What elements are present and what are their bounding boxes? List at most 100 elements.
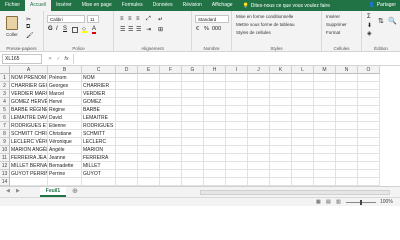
cell-a12[interactable]: MILLET BERNADETTE <box>10 162 48 170</box>
cell-a8[interactable]: SCHMITT CHRISTIANE <box>10 130 48 138</box>
column-header-g[interactable]: G <box>182 66 204 74</box>
borders-icon[interactable] <box>72 27 78 33</box>
cell-e1[interactable] <box>138 74 160 82</box>
cell-b10[interactable]: Angèle <box>48 146 82 154</box>
cell-b6[interactable]: David <box>48 114 82 122</box>
tab-formules[interactable]: Formules <box>117 0 148 11</box>
scroll-right-icon[interactable]: ▶ <box>16 188 20 194</box>
cell-g14[interactable] <box>182 178 204 186</box>
autosum-icon[interactable]: Σ <box>367 14 371 20</box>
cell-i10[interactable] <box>226 146 248 154</box>
cell-c3[interactable]: VERDIER <box>82 90 116 98</box>
cell-o4[interactable] <box>358 98 380 106</box>
cell-i6[interactable] <box>226 114 248 122</box>
paste-button[interactable]: Coller <box>3 14 21 42</box>
cell-a2[interactable]: CHARRIER GEORGES <box>10 82 48 90</box>
cell-g5[interactable] <box>182 106 204 114</box>
row-header[interactable]: 11 <box>0 154 10 162</box>
cell-e6[interactable] <box>138 114 160 122</box>
copy-icon[interactable]: ⧉ <box>26 24 30 31</box>
cell-e7[interactable] <box>138 122 160 130</box>
tab-inserer[interactable]: Insérer <box>51 0 77 11</box>
cell-o11[interactable] <box>358 154 380 162</box>
align-middle-icon[interactable]: ≡ <box>128 16 132 22</box>
cell-a6[interactable]: LEMAITRE DAVID <box>10 114 48 122</box>
cell-b9[interactable]: Véronique <box>48 138 82 146</box>
column-header-a[interactable]: A <box>10 66 48 74</box>
find-icon[interactable]: 🔍 <box>388 17 397 25</box>
cell-o6[interactable] <box>358 114 380 122</box>
cell-c7[interactable]: RODRIGUES <box>82 122 116 130</box>
cell-i9[interactable] <box>226 138 248 146</box>
cell-i3[interactable] <box>226 90 248 98</box>
zoom-level[interactable]: 100% <box>380 199 393 205</box>
cell-k10[interactable] <box>270 146 292 154</box>
cell-c9[interactable]: LECLERC <box>82 138 116 146</box>
row-header[interactable]: 4 <box>0 98 10 106</box>
column-header-m[interactable]: M <box>314 66 336 74</box>
cut-icon[interactable]: ✂ <box>26 16 31 23</box>
cell-l8[interactable] <box>292 130 314 138</box>
cell-styles-button[interactable]: Styles de cellules <box>236 30 271 35</box>
cell-n4[interactable] <box>336 98 358 106</box>
cell-k3[interactable] <box>270 90 292 98</box>
cell-d1[interactable] <box>116 74 138 82</box>
cell-k14[interactable] <box>270 178 292 186</box>
cell-h9[interactable] <box>204 138 226 146</box>
cell-h8[interactable] <box>204 130 226 138</box>
cell-d3[interactable] <box>116 90 138 98</box>
cell-l4[interactable] <box>292 98 314 106</box>
column-header-b[interactable]: B <box>48 66 82 74</box>
cell-h5[interactable] <box>204 106 226 114</box>
cell-f6[interactable] <box>160 114 182 122</box>
name-box[interactable]: XL165 <box>2 53 42 64</box>
percent-icon[interactable]: % <box>204 26 209 32</box>
column-header-d[interactable]: D <box>116 66 138 74</box>
italic-button[interactable]: I <box>56 26 58 32</box>
cell-h11[interactable] <box>204 154 226 162</box>
cell-k6[interactable] <box>270 114 292 122</box>
cell-i2[interactable] <box>226 82 248 90</box>
cell-n5[interactable] <box>336 106 358 114</box>
add-sheet-icon[interactable]: ⊕ <box>72 187 78 195</box>
cell-b2[interactable]: Georges <box>48 82 82 90</box>
conditional-formatting-button[interactable]: Mise en forme conditionnelle <box>236 14 293 19</box>
cell-a10[interactable]: MARION ANGÈLE <box>10 146 48 154</box>
cell-e8[interactable] <box>138 130 160 138</box>
cell-b12[interactable]: Bernadette <box>48 162 82 170</box>
insert-cells-button[interactable]: Insérer <box>326 14 340 19</box>
cell-j13[interactable] <box>248 170 270 178</box>
cell-n10[interactable] <box>336 146 358 154</box>
cell-d12[interactable] <box>116 162 138 170</box>
cell-k13[interactable] <box>270 170 292 178</box>
scroll-left-icon[interactable]: ◀ <box>6 188 10 194</box>
cell-m1[interactable] <box>314 74 336 82</box>
cell-d13[interactable] <box>116 170 138 178</box>
cell-o8[interactable] <box>358 130 380 138</box>
cell-g4[interactable] <box>182 98 204 106</box>
tab-revision[interactable]: Révision <box>178 0 207 11</box>
column-header-h[interactable]: H <box>204 66 226 74</box>
tab-donnees[interactable]: Données <box>148 0 178 11</box>
indent-icon[interactable]: ⇥ <box>146 26 151 33</box>
cell-o5[interactable] <box>358 106 380 114</box>
cell-c10[interactable]: MARION <box>82 146 116 154</box>
cell-d4[interactable] <box>116 98 138 106</box>
cell-l11[interactable] <box>292 154 314 162</box>
cell-i4[interactable] <box>226 98 248 106</box>
underline-button[interactable]: S <box>63 26 67 32</box>
cell-a11[interactable]: FERREIRA JEANNE <box>10 154 48 162</box>
cell-k4[interactable] <box>270 98 292 106</box>
cell-l7[interactable] <box>292 122 314 130</box>
cell-m10[interactable] <box>314 146 336 154</box>
cell-e10[interactable] <box>138 146 160 154</box>
cell-o10[interactable] <box>358 146 380 154</box>
cell-n12[interactable] <box>336 162 358 170</box>
cell-g8[interactable] <box>182 130 204 138</box>
cell-b5[interactable]: Régine <box>48 106 82 114</box>
cell-k9[interactable] <box>270 138 292 146</box>
cell-d9[interactable] <box>116 138 138 146</box>
tab-affichage[interactable]: Affichage <box>207 0 238 11</box>
cell-f1[interactable] <box>160 74 182 82</box>
cell-o12[interactable] <box>358 162 380 170</box>
